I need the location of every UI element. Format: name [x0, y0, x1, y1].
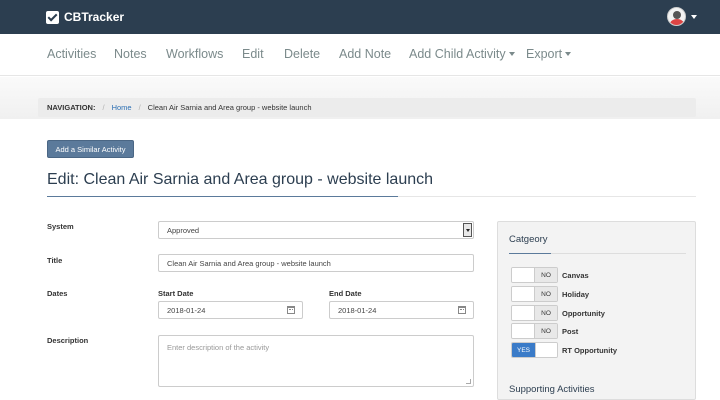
breadcrumb-label: NAVIGATION: — [47, 103, 96, 112]
system-label: System — [47, 222, 74, 231]
toggle-state: NO — [534, 287, 557, 301]
brand-logo[interactable]: CBTracker — [46, 10, 124, 24]
toggle-handle — [512, 287, 535, 301]
menu-export[interactable]: Export — [526, 47, 572, 61]
toggle-holiday[interactable]: NO — [511, 286, 558, 302]
toggle-state: NO — [534, 268, 557, 282]
chevron-down-icon[interactable] — [463, 223, 472, 237]
end-date-label: End Date — [329, 289, 362, 298]
brand-name: CBTracker — [64, 10, 125, 24]
title-underline — [509, 253, 551, 254]
dates-label: Dates — [47, 289, 68, 298]
system-select[interactable]: Approved — [158, 221, 474, 239]
start-date-value: 2018-01-24 — [167, 305, 206, 315]
title-input-value: Clean Air Sarnia and Area group - websit… — [167, 258, 331, 268]
top-navbar: CBTracker — [0, 0, 720, 34]
user-menu[interactable] — [667, 7, 697, 26]
category-label-post: Post — [562, 327, 579, 336]
toggle-opportunity[interactable]: NO — [511, 305, 558, 321]
title-input[interactable]: Clean Air Sarnia and Area group - websit… — [158, 254, 474, 272]
checkbox-icon — [46, 10, 59, 24]
toggle-rt-opportunity[interactable]: YES — [511, 342, 558, 358]
description-placeholder: Enter description of the activity — [167, 343, 270, 352]
toggle-post[interactable]: NO — [511, 323, 558, 339]
calendar-icon[interactable] — [287, 306, 295, 314]
avatar[interactable] — [667, 7, 686, 26]
toggle-canvas[interactable]: NO — [511, 267, 558, 283]
category-panel: Catgeory NO Canvas NO Holiday NO Opportu… — [497, 221, 696, 400]
description-textarea[interactable]: Enter description of the activity — [158, 335, 474, 387]
title-label: Title — [47, 256, 63, 265]
end-date-input[interactable]: 2018-01-24 — [329, 301, 474, 319]
supporting-activities-title: Supporting Activities — [509, 384, 595, 395]
toggle-state: YES — [512, 343, 535, 357]
menu-activities[interactable]: Activities — [47, 47, 96, 61]
menu-add-child-activity[interactable]: Add Child Activity — [409, 47, 515, 61]
toggle-state: NO — [534, 324, 557, 338]
resize-grip-icon[interactable] — [466, 379, 471, 384]
menu-export-label: Export — [526, 47, 563, 61]
start-date-label: Start Date — [158, 289, 194, 298]
calendar-icon[interactable] — [458, 306, 466, 314]
menu-add-child-activity-label: Add Child Activity — [409, 47, 506, 61]
menu-notes[interactable]: Notes — [114, 47, 147, 61]
divider — [551, 253, 686, 254]
divider — [398, 196, 696, 197]
breadcrumb-home-link[interactable]: Home — [112, 103, 132, 112]
breadcrumb-separator: / — [138, 103, 141, 112]
category-title: Catgeory — [509, 234, 548, 245]
caret-down-icon — [691, 14, 697, 19]
breadcrumb-current: Clean Air Sarnia and Area group - websit… — [147, 103, 312, 112]
toggle-state: NO — [534, 306, 557, 320]
description-label: Description — [47, 336, 89, 345]
title-underline — [47, 196, 398, 197]
system-select-value: Approved — [167, 225, 200, 235]
toggle-handle — [512, 324, 535, 338]
end-date-value: 2018-01-24 — [338, 305, 377, 315]
page-title: Edit: Clean Air Sarnia and Area group - … — [47, 171, 434, 188]
breadcrumb-separator: / — [102, 103, 105, 112]
start-date-input[interactable]: 2018-01-24 — [158, 301, 303, 319]
category-label-rt-opportunity: RT Opportunity — [562, 346, 617, 355]
add-similar-activity-button[interactable]: Add a Similar Activity — [47, 140, 134, 158]
toggle-handle — [535, 343, 557, 357]
category-label-holiday: Holiday — [562, 290, 590, 299]
caret-down-icon — [565, 52, 572, 56]
category-label-opportunity: Opportunity — [562, 309, 605, 318]
action-menu: Activities Notes Workflows Edit Delete A… — [0, 34, 720, 76]
menu-delete[interactable]: Delete — [284, 47, 320, 61]
toggle-handle — [512, 268, 535, 282]
menu-edit[interactable]: Edit — [242, 47, 264, 61]
menu-add-note[interactable]: Add Note — [339, 47, 391, 61]
toggle-handle — [512, 306, 535, 320]
breadcrumb: NAVIGATION: / Home / Clean Air Sarnia an… — [38, 98, 696, 117]
category-label-canvas: Canvas — [562, 271, 589, 280]
caret-down-icon — [508, 52, 515, 56]
menu-workflows[interactable]: Workflows — [166, 47, 223, 61]
